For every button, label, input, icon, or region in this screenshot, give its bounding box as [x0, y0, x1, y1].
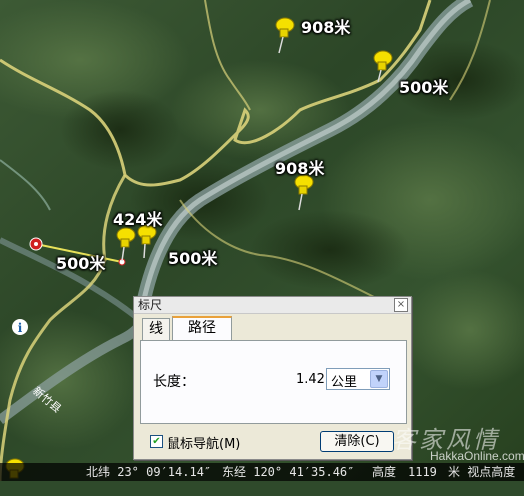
watermark-site: HakkaOnline.com: [430, 449, 524, 463]
dialog-title[interactable]: 标尺: [134, 297, 411, 314]
tab-panel: 长度： 1.42 公里 ▼: [140, 340, 407, 424]
placemark-label[interactable]: 908米: [275, 155, 324, 179]
clear-button[interactable]: 清除(C): [320, 431, 394, 452]
placemark-label[interactable]: 908米: [301, 14, 350, 38]
placemark-label[interactable]: 500米: [399, 74, 448, 98]
placemark-label[interactable]: 500米: [56, 250, 105, 274]
info-icon-glyph: i: [18, 321, 23, 335]
length-value: 1.42: [296, 372, 325, 387]
mouse-nav-checkbox[interactable]: ✔: [150, 435, 163, 448]
chevron-down-icon[interactable]: ▼: [370, 370, 388, 388]
tab-path[interactable]: 路径: [172, 316, 232, 342]
mouse-nav-label[interactable]: 鼠标导航(M): [167, 433, 240, 452]
latitude-readout: 北纬 23° 09′14.14″: [86, 465, 212, 479]
altitude-label: 高度: [372, 465, 397, 479]
eye-alt-label: 米 视点高度: [448, 465, 516, 479]
unit-selected-value: 公里: [331, 375, 358, 390]
placemark-label[interactable]: 500米: [168, 245, 217, 269]
placemark-label[interactable]: 424米: [113, 206, 162, 230]
length-label: 长度：: [153, 374, 195, 390]
close-icon[interactable]: ×: [394, 298, 408, 312]
unit-select[interactable]: 公里 ▼: [326, 368, 390, 390]
pushpin-icon[interactable]: [370, 48, 396, 88]
ruler-dialog: 标尺 × 线 路径 长度： 1.42 公里 ▼ ✔ 鼠标导航(M) 清除(C): [133, 296, 412, 460]
tab-line[interactable]: 线: [142, 318, 170, 340]
status-bar: 北纬 23° 09′14.14″ 东经 120° 41′35.46″ 高度 11…: [0, 463, 524, 481]
altitude-value: 1119: [408, 465, 437, 479]
longitude-readout: 东经 120° 41′35.46″: [222, 465, 355, 479]
pushpin-icon[interactable]: [270, 15, 296, 55]
